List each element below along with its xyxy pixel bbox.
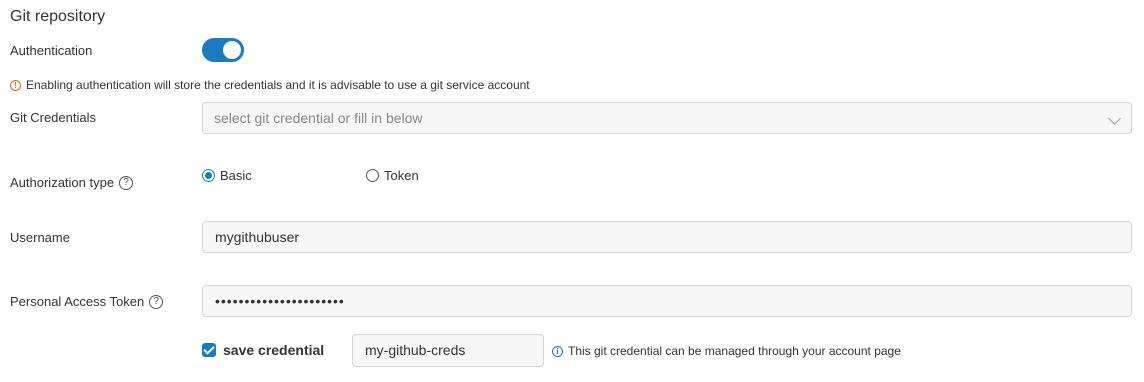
checkbox-checked-icon[interactable]: [202, 343, 216, 357]
authentication-label: Authentication: [10, 43, 93, 58]
warning-text: Enabling authentication will store the c…: [26, 78, 530, 92]
radio-token-label: Token: [384, 168, 419, 183]
credential-info-text: This git credential can be managed throu…: [568, 344, 901, 358]
warning-icon: !: [10, 79, 21, 91]
authentication-toggle[interactable]: [202, 38, 244, 62]
radio-basic-indicator[interactable]: [202, 169, 215, 182]
chevron-down-icon: [1108, 112, 1121, 125]
save-credential-checkbox[interactable]: save credential: [202, 342, 324, 358]
credential-info: i This git credential can be managed thr…: [552, 344, 901, 358]
git-credentials-label: Git Credentials: [10, 110, 96, 125]
authorization-type-label: Authorization type: [10, 175, 115, 190]
save-credential-label: save credential: [223, 342, 325, 358]
radio-token[interactable]: Token: [366, 168, 419, 183]
authentication-warning: ! Enabling authentication will store the…: [10, 78, 530, 92]
radio-basic[interactable]: Basic: [202, 168, 252, 183]
credential-name-input[interactable]: my-github-creds: [352, 334, 544, 367]
help-icon[interactable]: ?: [119, 175, 134, 190]
section-title: Git repository: [10, 8, 106, 25]
help-icon[interactable]: ?: [149, 294, 164, 309]
info-icon: i: [552, 345, 563, 357]
token-input[interactable]: ••••••••••••••••••••••: [202, 285, 1132, 317]
authorization-type-label-row: Authorization type ?: [10, 175, 134, 190]
radio-token-indicator[interactable]: [366, 169, 379, 182]
git-credentials-placeholder: select git credential or fill in below: [214, 110, 423, 126]
token-label-row: Personal Access Token ?: [10, 294, 164, 309]
git-credentials-select[interactable]: select git credential or fill in below: [202, 102, 1132, 134]
toggle-knob: [223, 41, 241, 59]
radio-basic-label: Basic: [220, 168, 252, 183]
username-input[interactable]: mygithubuser: [202, 221, 1132, 253]
token-label: Personal Access Token: [10, 294, 145, 309]
username-label: Username: [10, 230, 70, 245]
